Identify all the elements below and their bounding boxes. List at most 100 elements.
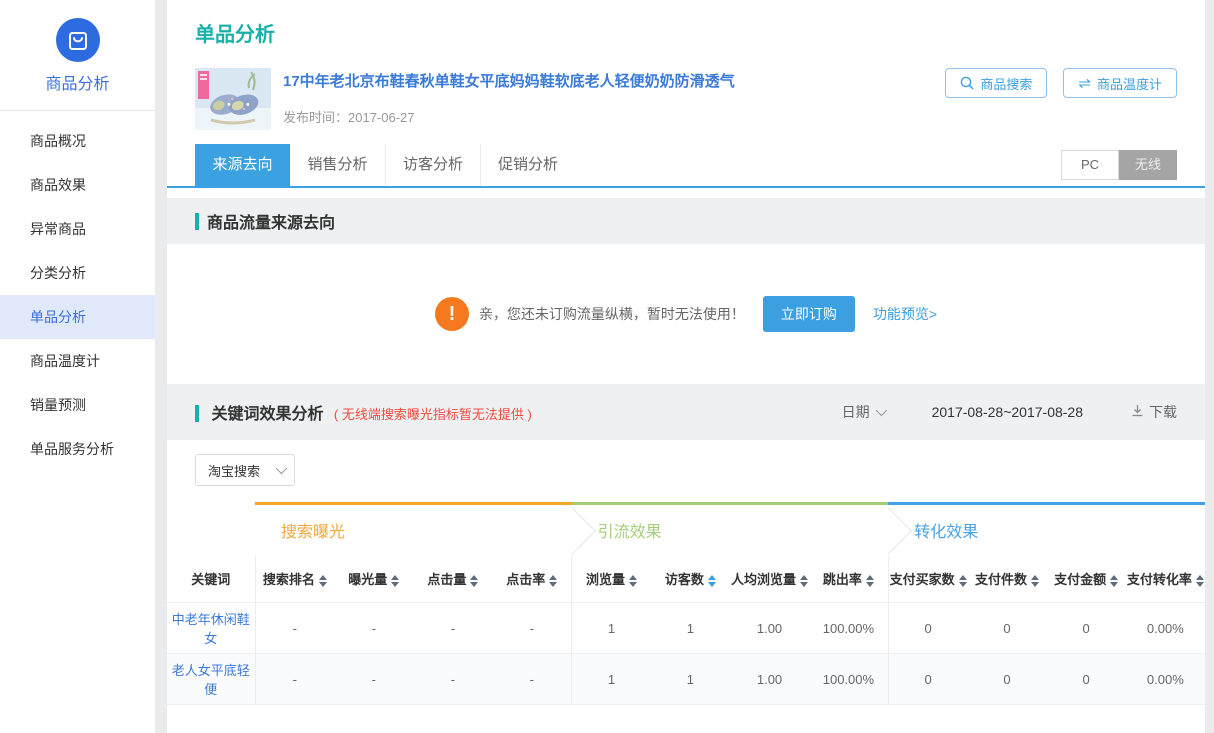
col-pageviews[interactable]: 浏览量 [572,556,651,603]
product-title-link[interactable]: 17中年老北京布鞋春秋单鞋女平底妈妈鞋软底老人轻便奶奶防滑透气 [283,70,735,91]
table-column-header-row: 关键词 搜索排名 曝光量 点击量 点击率 浏览量 访客数 人均浏览量 跳出率 支… [167,556,1205,603]
col-conversion-rate[interactable]: 支付转化率 [1126,556,1205,603]
cell: - [492,654,571,705]
keyword-link[interactable]: 老人女平底轻便 [167,654,255,705]
download-arrow-icon [1131,404,1144,420]
subscription-notice: ! 亲，您还未订购流量纵横，暂时无法使用！ 立即订购 功能预览> [167,244,1205,384]
toggle-pc[interactable]: PC [1061,150,1119,180]
tab-source-destination[interactable]: 来源去向 [195,144,290,186]
swap-arrows-icon: ⇌ [1078,76,1091,91]
sort-arrows-icon [629,575,637,587]
col-exposure[interactable]: 曝光量 [334,556,413,603]
source-section-header: 商品流量来源去向 [167,198,1205,244]
sidebar-item-sales-forecast[interactable]: 销量预测 [0,383,155,427]
publish-time: 发布时间：2017-06-27 [283,107,415,126]
cell: 0 [967,603,1046,654]
keyword-section-title-wrap: 关键词效果分析 ( 无线端搜索曝光指标暂无法提供 ) [195,400,532,424]
header-actions: 商品搜索 ⇌ 商品温度计 [945,68,1177,130]
filter-row: 淘宝搜索 [167,440,1205,487]
sort-arrows-icon [470,575,478,587]
app-root: 商品分析 商品概况 商品效果 异常商品 分类分析 单品分析 商品温度计 销量预测… [0,0,1214,733]
col-paid-buyers[interactable]: 支付买家数 [888,556,967,603]
sort-arrows-icon [1031,575,1039,587]
date-range[interactable]: 2017-08-28~2017-08-28 [932,404,1083,420]
col-visitors[interactable]: 访客数 [651,556,730,603]
cell: 1 [572,603,651,654]
cell: 1.00 [730,654,809,705]
sidebar-item-item-service-analysis[interactable]: 单品服务分析 [0,427,155,471]
sidebar-item-category-analysis[interactable]: 分类分析 [0,251,155,295]
device-toggle: PC 无线 [1061,150,1177,180]
date-type-dropdown[interactable]: 日期 [842,402,884,422]
sidebar-item-abnormal-products[interactable]: 异常商品 [0,207,155,251]
sort-arrows-icon [391,575,399,587]
order-now-button[interactable]: 立即订购 [763,296,855,332]
cell: 100.00% [809,654,888,705]
shopping-bag-icon [56,18,100,62]
page-title: 单品分析 [167,0,1205,44]
sidebar-item-item-analysis[interactable]: 单品分析 [0,295,155,339]
main-content: 单品分析 [167,0,1205,733]
col-search-rank[interactable]: 搜索排名 [255,556,334,603]
sort-arrows-icon [800,575,808,587]
col-ctr[interactable]: 点击率 [492,556,571,603]
cell: 0 [888,603,967,654]
cell: 100.00% [809,603,888,654]
table-group-header-row: 搜索曝光 引流效果 转化效果 [167,504,1205,556]
sidebar-header: 商品分析 [0,0,155,111]
section-bar [195,213,199,230]
tab-underline [167,186,1205,188]
keyword-table: 搜索曝光 引流效果 转化效果 关键词 搜索排名 曝光量 点击量 [167,502,1205,705]
col-paid-items[interactable]: 支付件数 [967,556,1046,603]
product-thermometer-button[interactable]: ⇌ 商品温度计 [1063,68,1177,98]
col-avg-pageviews[interactable]: 人均浏览量 [730,556,809,603]
cell: - [413,603,492,654]
cell: - [413,654,492,705]
cell: 1 [651,603,730,654]
sidebar-item-product-overview[interactable]: 商品概况 [0,119,155,163]
sort-arrows-icon [866,575,874,587]
sidebar: 商品分析 商品概况 商品效果 异常商品 分类分析 单品分析 商品温度计 销量预测… [0,0,155,733]
col-bounce-rate[interactable]: 跳出率 [809,556,888,603]
group-spacer [167,504,255,556]
cell: - [492,603,571,654]
cell: 1.00 [730,603,809,654]
tab-sales-analysis[interactable]: 销售分析 [290,144,385,186]
product-search-button[interactable]: 商品搜索 [945,68,1047,98]
col-keyword: 关键词 [167,556,255,603]
keyword-link[interactable]: 中老年休闲鞋女 [167,603,255,654]
col-clicks[interactable]: 点击量 [413,556,492,603]
tabs: 来源去向 销售分析 访客分析 促销分析 [195,144,575,186]
section-bar [195,405,199,422]
cell: 0 [1047,654,1126,705]
source-section-title: 商品流量来源去向 [207,209,335,233]
col-paid-amount[interactable]: 支付金额 [1047,556,1126,603]
sidebar-item-product-thermometer[interactable]: 商品温度计 [0,339,155,383]
sort-arrows-icon [1196,575,1204,587]
product-header: 17中年老北京布鞋春秋单鞋女平底妈妈鞋软底老人轻便奶奶防滑透气 发布时间：201… [167,44,1205,130]
download-button[interactable]: 下载 [1131,402,1177,422]
keyword-section-title: 关键词效果分析 [211,406,323,423]
cell: 0 [967,654,1046,705]
cell: 1 [572,654,651,705]
cell: 0 [888,654,967,705]
tab-promotion-analysis[interactable]: 促销分析 [480,144,575,186]
sort-arrows-icon-active [708,575,716,587]
date-controls: 日期 2017-08-28~2017-08-28 下载 [842,402,1177,422]
magnifier-icon [960,76,974,90]
sidebar-item-product-effect[interactable]: 商品效果 [0,163,155,207]
sort-arrows-icon [319,575,327,587]
channel-select[interactable]: 淘宝搜索 [195,454,295,486]
feature-preview-link[interactable]: 功能预览> [873,304,937,324]
chevron-down-icon [875,405,886,416]
toggle-wireless[interactable]: 无线 [1119,150,1177,180]
cell: - [334,603,413,654]
table-row: 中老年休闲鞋女 - - - - 1 1 1.00 100.00% 0 0 0 0… [167,603,1205,654]
cell: - [255,603,334,654]
chevron-down-icon [276,463,287,474]
product-image[interactable] [195,68,271,130]
tab-visitor-analysis[interactable]: 访客分析 [385,144,480,186]
group-traffic-effect: 引流效果 [572,504,889,556]
exclamation-icon: ! [435,297,469,331]
cell: 0.00% [1126,603,1205,654]
